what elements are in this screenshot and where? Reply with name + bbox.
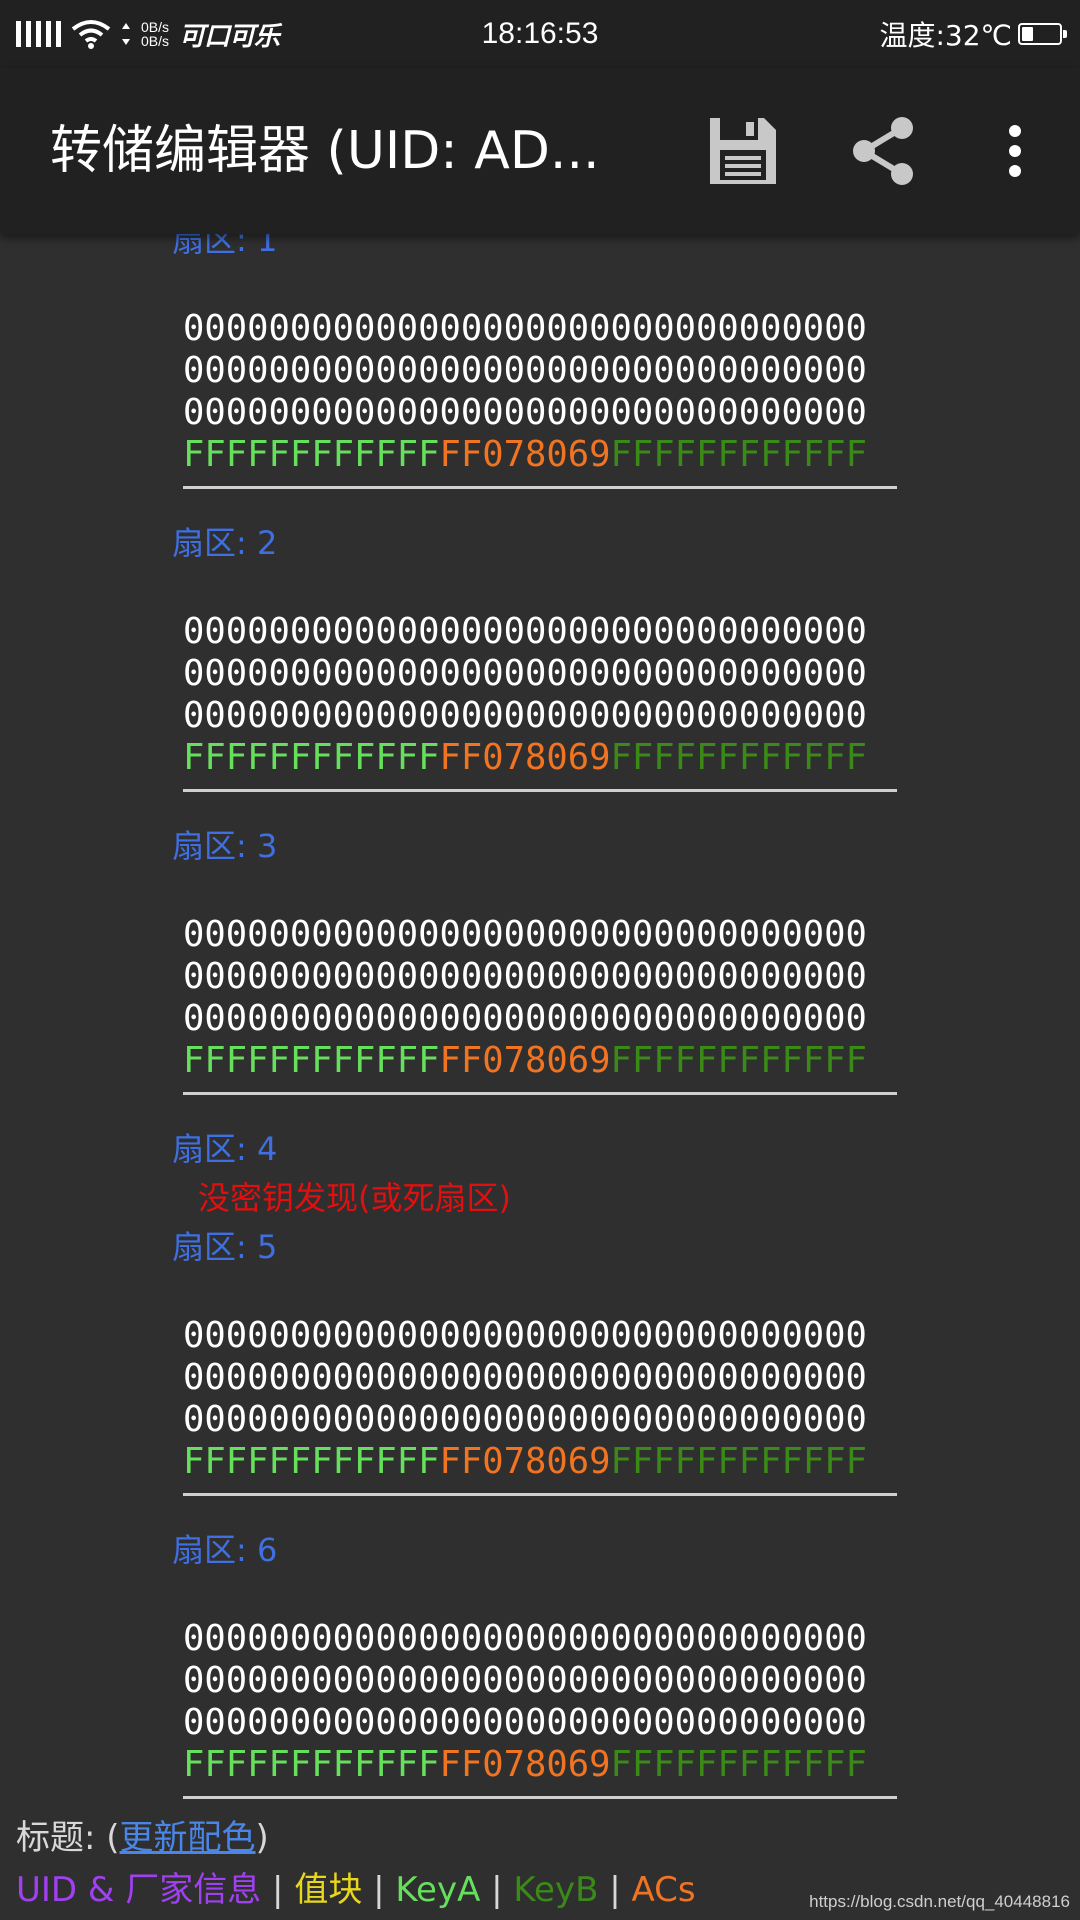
save-button[interactable] (698, 106, 788, 196)
sector: 扇区: 3 00000000000000000000000000000000 000… (0, 822, 1080, 1095)
dump-content[interactable]: 扇区: 1 00000000000000000000000000000000 000… (0, 234, 1080, 1806)
data-block: 00000000000000000000000000000000 (183, 350, 867, 391)
data-block: 00000000000000000000000000000000 (183, 998, 867, 1039)
data-block: 00000000000000000000000000000000 (183, 1315, 867, 1356)
legend-value-block: 值块 (294, 1870, 363, 1910)
data-block: 00000000000000000000000000000000 (183, 308, 867, 349)
sector-trailer: FFFFFFFFFFFFFF078069FFFFFFFFFFFF (183, 1441, 897, 1483)
legend-separator: | (373, 1870, 385, 1910)
sector-hex-editor[interactable]: 00000000000000000000000000000000 00000000… (183, 567, 897, 792)
sector-hex-editor[interactable]: 00000000000000000000000000000000 00000000… (183, 870, 897, 1095)
share-icon (853, 117, 913, 185)
legend-title-prefix: 标题: ( (16, 1818, 120, 1858)
sector-label: 扇区: 3 (172, 827, 278, 865)
sector-trailer: FFFFFFFFFFFFFF078069FFFFFFFFFFFF (183, 737, 897, 779)
sector-label: 扇区: 5 (172, 1228, 278, 1266)
watermark: https://blog.csdn.net/qq_40448816 (809, 1892, 1070, 1911)
sector-hex-editor[interactable]: 00000000000000000000000000000000 00000000… (183, 264, 897, 489)
sector-warning: 没密钥发现(或死扇区) (198, 1179, 511, 1217)
trailer-key-a: FFFFFFFFFFFF (183, 1441, 440, 1482)
sector: 扇区: 5 00000000000000000000000000000000 000… (0, 1223, 1080, 1496)
data-block: 00000000000000000000000000000000 (183, 695, 867, 736)
data-block: 00000000000000000000000000000000 (183, 1702, 867, 1743)
trailer-key-b: FFFFFFFFFFFF (610, 1744, 867, 1785)
trailer-key-b: FFFFFFFFFFFF (610, 737, 867, 778)
more-vertical-icon (1009, 125, 1021, 177)
sector-trailer: FFFFFFFFFFFFFF078069FFFFFFFFFFFF (183, 1744, 897, 1786)
sector: 扇区: 2 00000000000000000000000000000000 000… (0, 519, 1080, 792)
trailer-key-b: FFFFFFFFFFFF (610, 1441, 867, 1482)
data-block: 00000000000000000000000000000000 (183, 956, 867, 997)
more-options-button[interactable] (970, 106, 1060, 196)
sector-label: 扇区: 4 (172, 1130, 278, 1168)
sector-trailer: FFFFFFFFFFFFFF078069FFFFFFFFFFFF (183, 434, 897, 476)
data-block: 00000000000000000000000000000000 (183, 1618, 867, 1659)
legend-acs: ACs (631, 1870, 696, 1910)
floppy-disk-icon (710, 118, 776, 184)
legend-separator: | (609, 1870, 621, 1910)
sector-label: 扇区: 1 (172, 234, 278, 259)
temperature-text: 温度:32℃ (879, 19, 1012, 52)
sector-trailer: FFFFFFFFFFFFFF078069FFFFFFFFFFFF (183, 1040, 897, 1082)
legend-title: 标题: (更新配色) (16, 1814, 269, 1862)
sector-label: 扇区: 6 (172, 1531, 278, 1569)
legend-title-suffix: ) (255, 1818, 269, 1858)
data-block: 00000000000000000000000000000000 (183, 653, 867, 694)
trailer-key-b: FFFFFFFFFFFF (610, 434, 867, 475)
sector: 扇区: 1 00000000000000000000000000000000 000… (0, 234, 1080, 489)
share-button[interactable] (838, 106, 928, 196)
legend-key-b: KeyB (513, 1870, 599, 1910)
data-block: 00000000000000000000000000000000 (183, 392, 867, 433)
update-colors-link[interactable]: 更新配色 (120, 1818, 256, 1858)
trailer-access-conditions: FF078069 (439, 1441, 611, 1482)
color-legend: 标题: (更新配色) UID & 厂家信息 | 值块 | KeyA | KeyB… (0, 1806, 1080, 1920)
sector-hex-editor[interactable]: 00000000000000000000000000000000 00000000… (183, 1574, 897, 1799)
trailer-access-conditions: FF078069 (439, 1744, 611, 1785)
sector: 扇区: 4 没密钥发现(或死扇区) (0, 1125, 1080, 1223)
sector: 扇区: 6 00000000000000000000000000000000 000… (0, 1526, 1080, 1799)
legend-uid-vendor: UID & 厂家信息 (16, 1870, 262, 1910)
sector-hex-editor[interactable]: 00000000000000000000000000000000 00000000… (183, 1271, 897, 1496)
battery-fill (1022, 27, 1033, 41)
legend-separator: | (491, 1870, 503, 1910)
trailer-access-conditions: FF078069 (439, 737, 611, 778)
status-right: 温度:32℃ (879, 0, 1067, 68)
app-bar: 转储编辑器 (UID: AD... (0, 68, 1080, 234)
data-block: 00000000000000000000000000000000 (183, 1660, 867, 1701)
data-block: 00000000000000000000000000000000 (183, 611, 867, 652)
data-block: 00000000000000000000000000000000 (183, 1399, 867, 1440)
data-block: 00000000000000000000000000000000 (183, 914, 867, 955)
trailer-access-conditions: FF078069 (439, 434, 611, 475)
data-block: 00000000000000000000000000000000 (183, 1357, 867, 1398)
trailer-access-conditions: FF078069 (439, 1040, 611, 1081)
trailer-key-a: FFFFFFFFFFFF (183, 1744, 440, 1785)
trailer-key-a: FFFFFFFFFFFF (183, 1040, 440, 1081)
battery-icon (1018, 23, 1067, 45)
sector-label: 扇区: 2 (172, 524, 278, 562)
legend-key-a: KeyA (395, 1870, 481, 1910)
trailer-key-a: FFFFFFFFFFFF (183, 737, 440, 778)
page-title: 转储编辑器 (UID: AD... (50, 121, 600, 181)
legend-separator: | (272, 1870, 284, 1910)
legend-items: UID & 厂家信息 | 值块 | KeyA | KeyB | ACs (16, 1866, 696, 1914)
trailer-key-a: FFFFFFFFFFFF (183, 434, 440, 475)
status-bar: 0B/s 0B/s 可口可乐 18:16:53 温度:32℃ (0, 0, 1080, 68)
trailer-key-b: FFFFFFFFFFFF (610, 1040, 867, 1081)
